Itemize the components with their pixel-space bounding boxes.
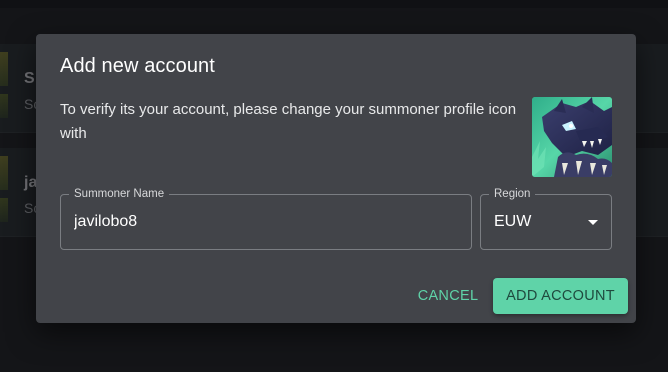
dialog-title: Add new account xyxy=(60,55,215,77)
region-select[interactable]: Region EUW xyxy=(480,186,612,250)
summoner-name-field: Summoner Name xyxy=(60,186,472,250)
cancel-button[interactable]: CANCEL xyxy=(413,279,483,313)
region-selected-value: EUW xyxy=(494,213,532,230)
region-label: Region xyxy=(489,186,536,202)
summoner-name-label: Summoner Name xyxy=(69,186,170,202)
add-account-dialog: Add new account To verify its your accou… xyxy=(36,34,636,323)
dialog-description: To verify its your account, please chang… xyxy=(60,101,517,142)
chevron-down-icon xyxy=(588,220,598,225)
werewolf-summoner-icon xyxy=(532,97,612,177)
summoner-name-input[interactable] xyxy=(74,210,454,234)
add-account-button[interactable]: ADD ACCOUNT xyxy=(493,278,628,314)
